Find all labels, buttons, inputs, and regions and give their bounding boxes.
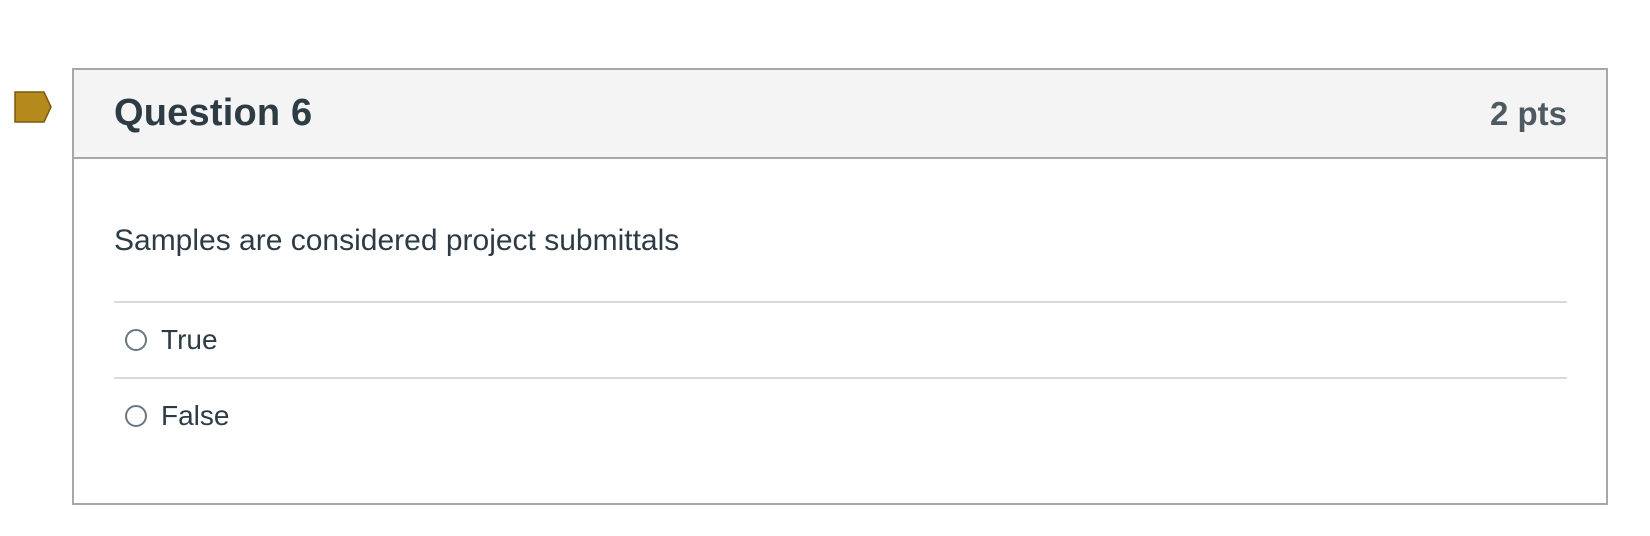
question-points: 2 pts [1489,94,1567,132]
question-text: Samples are considered project submittal… [114,224,680,257]
answer-option-false[interactable]: False [114,379,1567,453]
question-title: Question 6 [114,92,313,134]
question-body: Samples are considered project submittal… [74,225,1606,453]
answer-label[interactable]: True [161,324,218,356]
question-header: Question 6 2 pts [74,70,1606,159]
answer-option-true[interactable]: True [114,303,1567,379]
radio-button[interactable] [125,405,147,427]
radio-button[interactable] [125,329,147,351]
answer-list: True False [114,301,1567,453]
answer-label[interactable]: False [161,400,229,432]
question-card: Question 6 2 pts Samples are considered … [72,68,1608,505]
flag-question-icon[interactable] [14,91,52,123]
